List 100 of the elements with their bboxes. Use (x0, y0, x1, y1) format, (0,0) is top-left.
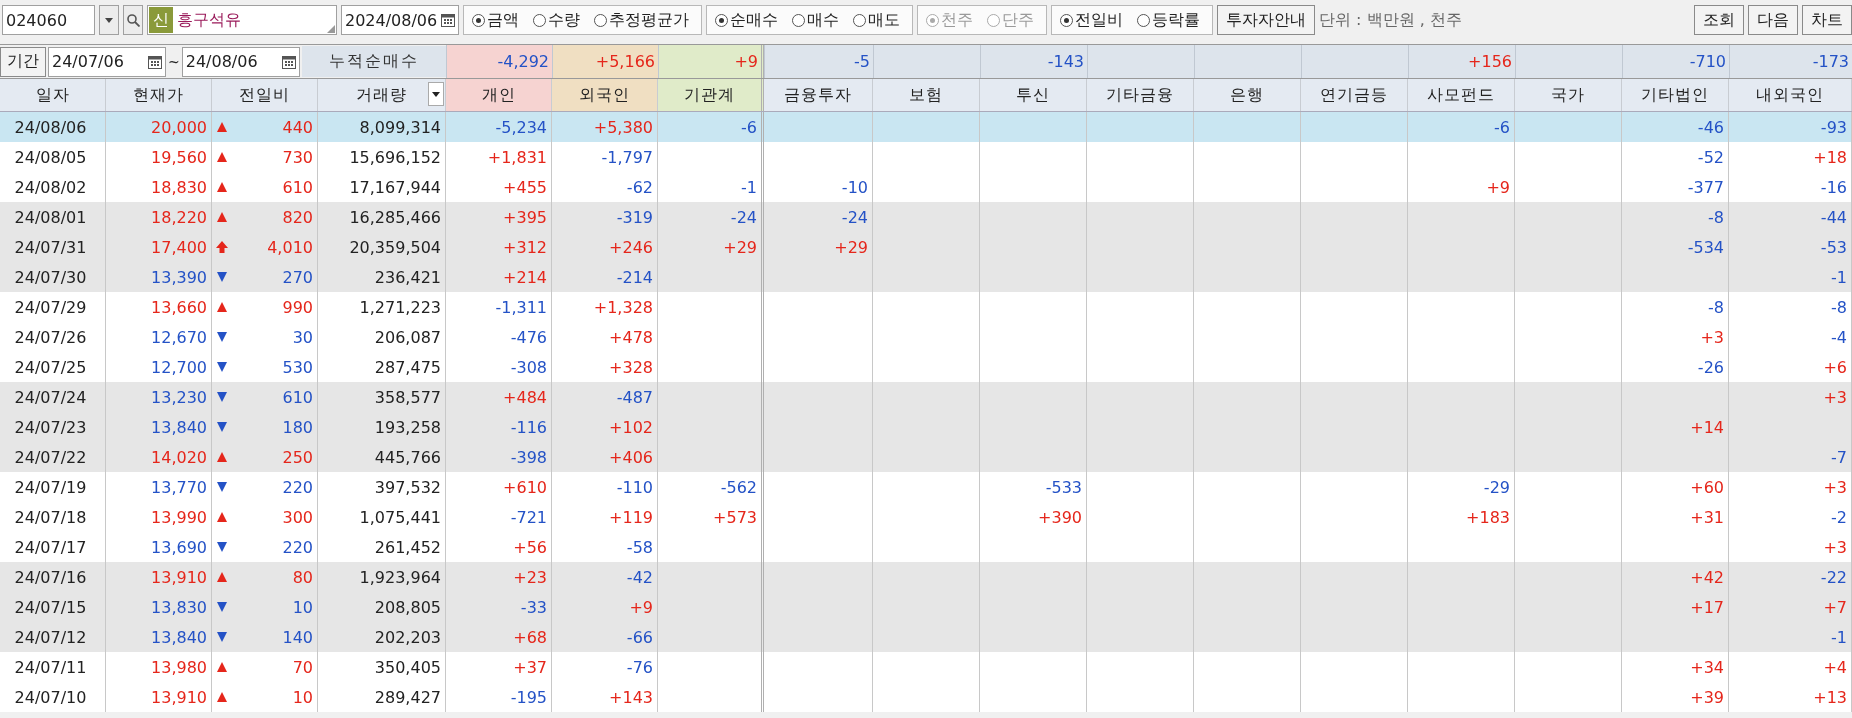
column-header[interactable]: 일자 (0, 79, 106, 111)
table-row[interactable]: 24/07/29 13,660 990 1,271,223 -1,311 +1,328 -8 -8 (0, 292, 1852, 322)
table-row[interactable]: 24/08/01 18,220 820 16,285,466 +395 -319 -24 -24 -8 -44 (0, 202, 1852, 232)
radio-button[interactable] (1137, 13, 1150, 27)
radio-label: 천주 (941, 9, 973, 31)
range-separator: ~ (168, 53, 180, 70)
column-header[interactable]: 국가 (1515, 79, 1622, 111)
unit-label: 단위 : 백만원 , 천주 (1319, 9, 1462, 31)
radio-button[interactable] (853, 13, 866, 27)
column-header[interactable]: 연기금등 (1301, 79, 1408, 111)
stock-code-field[interactable]: 024060 (2, 5, 95, 35)
radio-option[interactable]: 등락률 (1137, 9, 1200, 31)
total-cell: -710 (1622, 45, 1729, 78)
value-cell: +13 (1729, 682, 1852, 712)
change-value: 440 (282, 117, 313, 137)
date-cell: 24/07/10 (0, 682, 106, 712)
change-value: 270 (282, 267, 313, 287)
radio-option[interactable]: 전일비 (1060, 9, 1123, 31)
change-value: 80 (292, 567, 313, 587)
table-row[interactable]: 24/07/24 13,230 610 358,577 +484 -487 +3 (0, 382, 1852, 412)
end-date-field[interactable]: 24/08/06 (181, 46, 300, 77)
total-cell: -173 (1729, 45, 1852, 78)
column-header[interactable]: 사모펀드 (1408, 79, 1515, 111)
table-row[interactable]: 24/07/30 13,390 270 236,421 +214 -214 -1 (0, 262, 1852, 292)
column-header[interactable]: 은행 (1194, 79, 1301, 111)
toolbar-button[interactable]: 조회 (1694, 5, 1744, 35)
column-header[interactable]: 외국인 (552, 79, 658, 111)
table-row[interactable]: 24/07/10 13,910 10 289,427 -195 +143 +39 +13 (0, 682, 1852, 712)
radio-option[interactable]: 매도 (853, 9, 900, 31)
toolbar-button[interactable]: 차트 (1802, 5, 1852, 35)
column-header[interactable]: 전일비 (212, 79, 318, 111)
dropdown-button[interactable] (99, 5, 119, 35)
radio-button[interactable] (472, 13, 485, 27)
column-label: 연기금등 (1320, 84, 1388, 106)
table-row[interactable]: 24/07/22 14,020 250 445,766 -398 +406 -7 (0, 442, 1852, 472)
column-header[interactable]: 보험 (873, 79, 980, 111)
radio-option[interactable]: 매수 (792, 9, 839, 31)
total-cell: -4,292 (446, 45, 552, 78)
date-field[interactable]: 2024/08/06 (341, 5, 459, 35)
column-menu-button[interactable] (428, 82, 444, 106)
table-row[interactable]: 24/07/17 13,690 220 261,452 +56 -58 +3 (0, 532, 1852, 562)
column-header[interactable]: 금융투자 (764, 79, 873, 111)
column-label: 외국인 (579, 84, 630, 106)
start-date-field[interactable]: 24/07/06 (48, 46, 166, 77)
radio-button[interactable] (594, 13, 607, 27)
table-row[interactable]: 24/08/02 18,830 610 17,167,944 +455 -62 -1 -10 +9 -377 -16 (0, 172, 1852, 202)
column-label: 일자 (35, 84, 70, 106)
radio-button[interactable] (1060, 13, 1073, 27)
column-label: 현재가 (133, 84, 184, 106)
column-header[interactable]: 현재가 (106, 79, 212, 111)
period-button[interactable]: 기간 (0, 46, 46, 77)
column-header[interactable]: 기타법인 (1622, 79, 1729, 111)
radio-option[interactable]: 순매수 (715, 9, 778, 31)
change-value: 610 (282, 177, 313, 197)
column-header[interactable]: 개인 (446, 79, 552, 111)
table-row[interactable]: 24/07/25 12,700 530 287,475 -308 +328 -26 +6 (0, 352, 1852, 382)
radio-option[interactable]: 금액 (472, 9, 519, 31)
column-header[interactable]: 거래량 (318, 79, 446, 111)
table-row[interactable]: 24/07/18 13,990 300 1,075,441 -721 +119 +573 +390 +183 +31 -2 (0, 502, 1852, 532)
table-row[interactable]: 24/07/12 13,840 140 202,203 +68 -66 -1 (0, 622, 1852, 652)
radio-option[interactable]: 수량 (533, 9, 580, 31)
date-value: 24/07/06 (52, 52, 124, 71)
market-badge: 신 (149, 7, 173, 33)
change-value: 610 (282, 387, 313, 407)
change-value: 70 (292, 657, 313, 677)
radio-label: 매수 (807, 9, 839, 31)
table-row[interactable]: 24/07/31 17,400 4,010 20,359,504 +312 +246 +29 +29 -534 -53 (0, 232, 1852, 262)
total-cell: -143 (980, 45, 1087, 78)
column-header[interactable]: 기관계 (658, 79, 764, 111)
total-cell: -5 (764, 45, 873, 78)
radio-button[interactable] (715, 13, 728, 27)
radio-label: 등락률 (1152, 9, 1200, 31)
column-header[interactable]: 내외국인 (1729, 79, 1852, 111)
column-label: 개인 (481, 84, 516, 106)
date-value: 2024/08/06 (345, 10, 438, 30)
date-value: 24/08/06 (185, 52, 258, 71)
stock-name-field[interactable]: 신 흥구석유 (147, 5, 337, 35)
column-label: 투신 (1016, 84, 1050, 106)
investor-guide-button[interactable]: 투자자안내 (1217, 5, 1315, 35)
table-row[interactable]: 24/07/23 13,840 180 193,258 -116 +102 +14 (0, 412, 1852, 442)
toolbar-button[interactable]: 다음 (1748, 5, 1798, 35)
column-label: 거래량 (356, 84, 407, 106)
table-row[interactable]: 24/07/11 13,980 70 350,405 +37 -76 +34 +4 (0, 652, 1852, 682)
search-button[interactable] (123, 5, 143, 35)
radio-button[interactable] (792, 13, 805, 27)
column-header[interactable]: 기타금융 (1087, 79, 1194, 111)
column-label: 금융투자 (784, 84, 852, 106)
radio-option[interactable]: 추정평균가 (594, 9, 689, 31)
table-row[interactable]: 24/07/19 13,770 220 397,532 +610 -110 -562 -533 -29 +60 +3 (0, 472, 1852, 502)
stock-name: 흥구석유 (177, 9, 241, 31)
table-row[interactable]: 24/07/26 12,670 30 206,087 -476 +478 +3 -4 (0, 322, 1852, 352)
value-cell: +143 (552, 682, 658, 712)
table-row[interactable]: 24/08/06 20,000 440 8,099,314 -5,234 +5,380 -6 -6 -46 -93 (0, 112, 1852, 142)
table-row[interactable]: 24/08/05 19,560 730 15,696,152 +1,831 -1,797 -52 +18 (0, 142, 1852, 172)
table-row[interactable]: 24/07/15 13,830 10 208,805 -33 +9 +17 +7 (0, 592, 1852, 622)
table-row[interactable]: 24/07/16 13,910 80 1,923,964 +23 -42 +42 -22 (0, 562, 1852, 592)
column-header[interactable]: 투신 (980, 79, 1087, 111)
radio-label: 매도 (868, 9, 900, 31)
radio-button[interactable] (533, 13, 546, 27)
volume-cell: 289,427 (318, 682, 446, 712)
